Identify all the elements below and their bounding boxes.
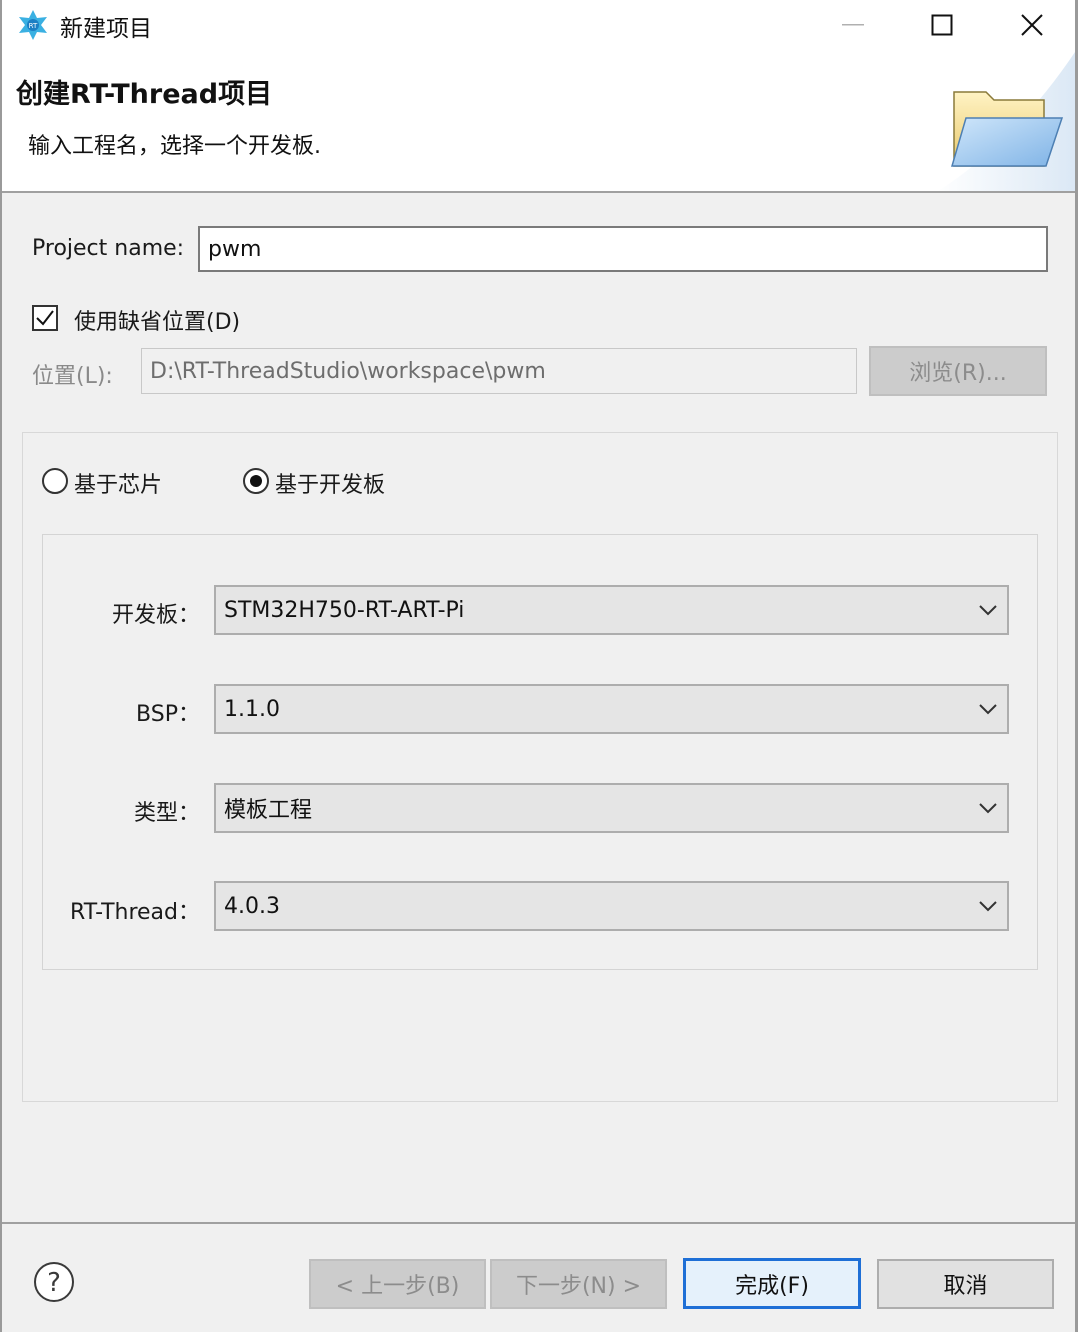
cancel-button[interactable]: 取消 <box>877 1259 1054 1309</box>
project-name-input[interactable]: pwm <box>198 226 1048 272</box>
chevron-down-icon <box>979 803 997 814</box>
use-default-location-label: 使用缺省位置(D) <box>74 310 241 335</box>
minimize-icon <box>842 24 864 26</box>
back-button[interactable]: < 上一步(B) <box>309 1259 486 1309</box>
type-select-value: 模板工程 <box>224 798 313 823</box>
radio-selected-dot <box>250 475 262 487</box>
radio-chip[interactable] <box>42 468 68 494</box>
svg-text:?: ? <box>47 1268 61 1298</box>
board-label: 开发板： <box>111 603 200 628</box>
type-label: 类型： <box>133 801 200 826</box>
window-title: 新建项目 <box>60 16 152 42</box>
svg-text:RT: RT <box>29 22 38 30</box>
bsp-select-value: 1.1.0 <box>224 696 280 722</box>
board-select[interactable]: STM32H750-RT-ART-Pi <box>214 585 1009 635</box>
radio-board[interactable] <box>243 468 269 494</box>
bsp-select[interactable]: 1.1.0 <box>214 684 1009 734</box>
radio-chip-label: 基于芯片 <box>74 473 163 498</box>
footer-divider <box>2 1222 1075 1224</box>
title-bar: RT 新建项目 <box>2 0 1075 52</box>
wizard-title: 创建RT-Thread项目 <box>16 79 273 110</box>
finish-button[interactable]: 完成(F) <box>683 1258 861 1309</box>
next-button[interactable]: 下一步(N) > <box>490 1259 667 1309</box>
rtthread-version-select[interactable]: 4.0.3 <box>214 881 1009 931</box>
maximize-button[interactable] <box>907 0 977 50</box>
project-name-label: Project name: <box>32 236 185 261</box>
maximize-icon <box>931 14 953 36</box>
wizard-header: 创建RT-Thread项目 输入工程名，选择一个开发板. <box>2 52 1075 193</box>
location-label: 位置(L): <box>32 364 113 389</box>
location-input[interactable]: D:\RT-ThreadStudio\workspace\pwm <box>141 348 857 394</box>
board-select-value: STM32H750-RT-ART-Pi <box>224 597 465 623</box>
checkmark-icon <box>36 310 54 326</box>
browse-button[interactable]: 浏览(R)... <box>869 346 1047 396</box>
chevron-down-icon <box>979 704 997 715</box>
chevron-down-icon <box>979 605 997 616</box>
folder-open-icon <box>951 91 1064 167</box>
radio-board-label: 基于开发板 <box>275 473 386 498</box>
close-button[interactable] <box>997 0 1067 50</box>
use-default-location-checkbox[interactable] <box>32 305 58 331</box>
help-icon[interactable]: ? <box>32 1260 76 1304</box>
new-project-dialog: RT 新建项目 创建RT-Thread项目 输入工程名，选择一个开发板. Pro… <box>0 0 1078 1332</box>
rtthread-version-value: 4.0.3 <box>224 893 280 919</box>
wizard-description: 输入工程名，选择一个开发板. <box>28 134 321 159</box>
rtthread-version-label: RT-Thread： <box>70 900 200 925</box>
chevron-down-icon <box>979 901 997 912</box>
bsp-label: BSP： <box>136 702 200 727</box>
type-select[interactable]: 模板工程 <box>214 783 1009 833</box>
close-icon <box>1021 14 1043 36</box>
rt-thread-app-icon: RT <box>19 10 47 40</box>
minimize-button[interactable] <box>818 0 888 50</box>
